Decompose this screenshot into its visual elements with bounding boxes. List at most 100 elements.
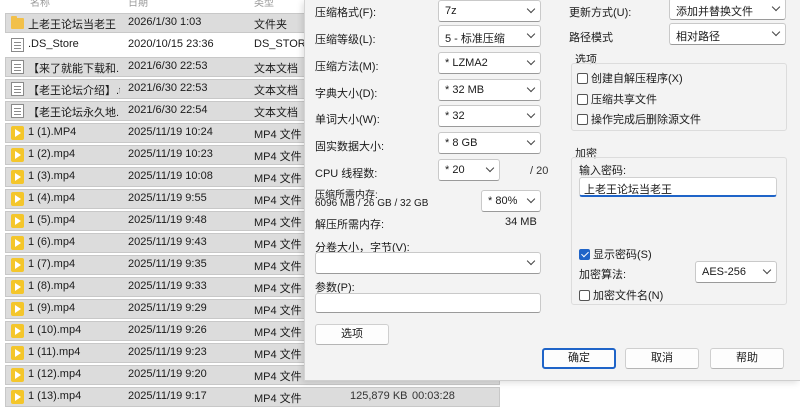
delete-source-checkbox[interactable]: 操作完成后删除源文件	[577, 111, 701, 127]
cancel-button[interactable]: 取消	[625, 348, 699, 369]
video-icon	[11, 390, 24, 404]
help-button[interactable]: 帮助	[710, 348, 784, 369]
params-input[interactable]	[315, 293, 541, 313]
update-label: 更新方式(U):	[569, 7, 632, 19]
file-date: 2025/11/19 10:24	[128, 126, 213, 138]
delete-source-checkbox-label: 操作完成后删除源文件	[591, 114, 701, 126]
update-select[interactable]: 添加并替换文件	[669, 0, 786, 20]
column-header-date[interactable]: 日期	[128, 0, 148, 9]
checkbox-box	[577, 72, 588, 84]
shared-files-checkbox-label: 压缩共享文件	[591, 94, 657, 106]
document-icon	[11, 82, 24, 96]
path-mode-value: 相对路径	[676, 31, 720, 43]
file-type: MP4 文件	[254, 393, 302, 405]
file-name: 1 (2).mp4	[28, 148, 76, 160]
video-icon	[11, 170, 24, 184]
video-icon	[11, 346, 24, 360]
video-icon	[11, 324, 24, 338]
method-select[interactable]: * LZMA2	[438, 52, 541, 74]
file-date: 2021/6/30 22:54	[128, 104, 208, 116]
file-date: 2020/10/15 23:36	[128, 38, 214, 50]
chevron-down-icon	[526, 194, 536, 204]
show-password-label: 显示密码(S)	[593, 249, 652, 261]
checkbox-box	[577, 113, 588, 125]
mem-decompress-value: 34 MB	[505, 216, 537, 228]
column-header-name[interactable]: 名称	[30, 0, 50, 9]
folder-icon	[11, 16, 24, 29]
encryption-method-select[interactable]: AES-256	[695, 261, 777, 283]
column-header-type[interactable]: 类型	[254, 0, 274, 9]
video-icon	[11, 280, 24, 294]
show-password-checkbox[interactable]: 显示密码(S)	[579, 246, 652, 262]
file-name: 1 (5).mp4	[28, 214, 76, 226]
file-date: 2025/11/19 9:55	[128, 192, 207, 204]
file-row[interactable]: 1 (13).mp4 2025/11/19 9:17 MP4 文件 125,879 K…	[0, 386, 500, 408]
dict-label: 字典大小(D):	[315, 88, 378, 100]
word-select[interactable]: * 32	[438, 105, 541, 127]
path-mode-select[interactable]: 相对路径	[669, 23, 786, 45]
file-name: .DS_Store	[28, 38, 79, 50]
document-icon	[11, 60, 24, 74]
file-name: 1 (10).mp4	[28, 324, 82, 336]
document-icon	[11, 38, 24, 52]
mem-compress-select[interactable]: * 80%	[481, 190, 541, 212]
cpu-select[interactable]: * 20	[438, 159, 500, 181]
video-icon	[11, 302, 24, 316]
solid-select[interactable]: * 8 GB	[438, 132, 541, 154]
file-name: 1 (7).mp4	[28, 258, 76, 270]
cpu-label: CPU 线程数:	[315, 168, 378, 180]
options-button[interactable]: 选项	[315, 324, 389, 345]
file-date: 2025/11/19 9:29	[128, 302, 207, 314]
file-name: 【老王论坛介绍】.txt	[28, 85, 120, 97]
shared-files-checkbox[interactable]: 压缩共享文件	[577, 91, 657, 107]
check-icon	[579, 248, 590, 260]
encrypt-names-checkbox[interactable]: 加密文件名(N)	[579, 287, 663, 303]
file-date: 2026/1/30 1:03	[128, 16, 202, 28]
file-name: 1 (1).MP4	[28, 126, 77, 138]
checkbox-box	[579, 289, 590, 301]
path-mode-label: 路径模式	[569, 32, 613, 44]
ok-button[interactable]: 确定	[542, 348, 616, 369]
chevron-down-icon	[526, 136, 536, 146]
chevron-down-icon	[485, 163, 495, 173]
chevron-down-icon	[526, 56, 536, 66]
file-date: 2025/11/19 9:26	[128, 324, 207, 336]
file-name: 1 (9).mp4	[28, 302, 76, 314]
dict-select[interactable]: * 32 MB	[438, 79, 541, 101]
file-date: 2025/11/19 9:35	[128, 258, 207, 270]
password-input[interactable]: 上老王论坛当老王	[579, 177, 777, 197]
document-icon	[11, 104, 24, 118]
file-duration: 00:03:28	[412, 390, 455, 402]
word-value: * 32	[445, 110, 465, 122]
chevron-down-icon	[771, 27, 781, 37]
file-size: 125,879 KB	[350, 390, 408, 402]
file-date: 2025/11/19 9:33	[128, 280, 207, 292]
file-date: 2025/11/19 9:20	[128, 368, 207, 380]
file-date: 2025/11/19 9:23	[128, 346, 207, 358]
chevron-down-icon	[526, 4, 536, 14]
file-name: 1 (8).mp4	[28, 280, 76, 292]
update-value: 添加并替换文件	[676, 6, 753, 18]
chevron-down-icon	[771, 2, 781, 12]
level-select[interactable]: 5 - 标准压缩	[438, 25, 541, 47]
file-date: 2021/6/30 22:53	[128, 60, 208, 72]
password-label: 输入密码:	[579, 165, 627, 177]
file-name: 1 (3).mp4	[28, 170, 76, 182]
file-name: 1 (6).mp4	[28, 236, 76, 248]
sfx-checkbox[interactable]: 创建自解压程序(X)	[577, 70, 683, 86]
solid-value: * 8 GB	[445, 137, 478, 149]
file-name: 1 (4).mp4	[28, 192, 76, 204]
format-select[interactable]: 7z	[438, 0, 541, 22]
word-label: 单词大小(W):	[315, 114, 380, 126]
file-date: 2025/11/19 10:23	[128, 148, 213, 160]
mem-decompress-label: 解压所需内存:	[315, 219, 385, 231]
split-select[interactable]	[315, 252, 541, 274]
video-icon	[11, 236, 24, 250]
level-value: 5 - 标准压缩	[445, 33, 505, 45]
file-name: 1 (11).mp4	[28, 346, 81, 358]
file-date: 2025/11/19 9:43	[128, 236, 207, 248]
cpu-max: / 20	[530, 165, 549, 177]
video-icon	[11, 368, 24, 382]
format-value: 7z	[445, 5, 457, 17]
level-label: 压缩等级(L):	[315, 34, 376, 46]
